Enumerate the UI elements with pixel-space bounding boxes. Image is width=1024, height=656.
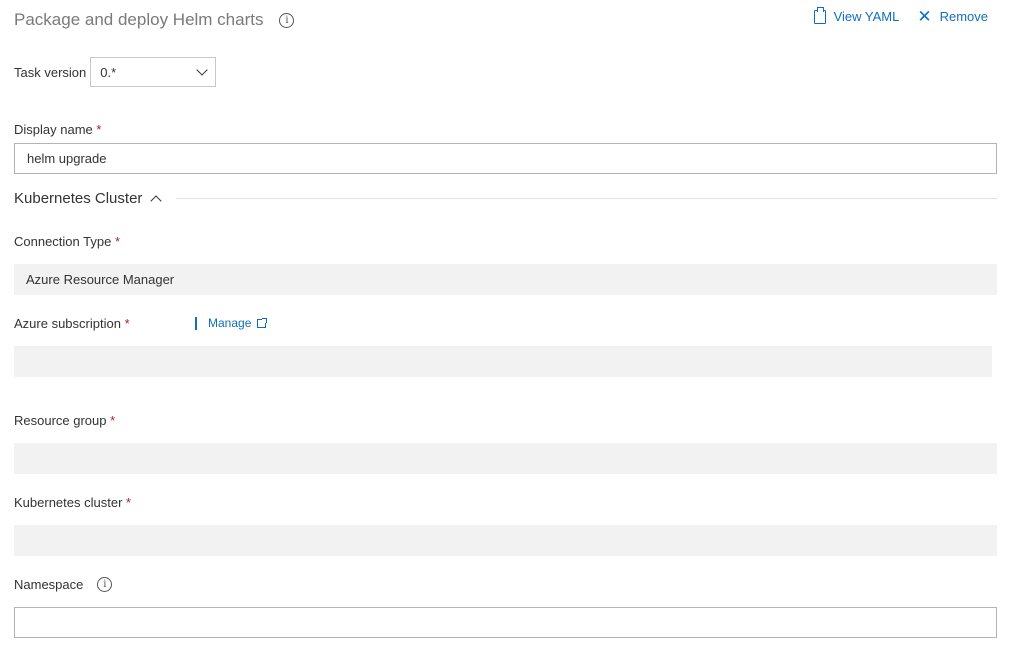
- namespace-label: Namespace: [14, 577, 84, 592]
- view-yaml-label: View YAML: [833, 9, 900, 24]
- task-title-text: Package and deploy Helm charts: [14, 10, 264, 29]
- display-name-input[interactable]: helm upgrade: [14, 143, 997, 174]
- task-version-row: Task version 0.*: [14, 57, 217, 87]
- clipboard-icon: [813, 6, 826, 24]
- task-title: Package and deploy Helm charts i: [14, 10, 295, 30]
- external-link-icon: [257, 317, 268, 328]
- task-version-dropdown[interactable]: 0.*: [90, 57, 217, 87]
- required-marker: *: [114, 234, 121, 249]
- close-icon: ✕: [917, 7, 932, 26]
- namespace-label-row: Namespace i: [14, 577, 113, 592]
- connection-type-label: Connection Type *: [14, 234, 121, 249]
- section-title: Kubernetes Cluster: [14, 190, 143, 207]
- info-icon[interactable]: i: [279, 12, 295, 28]
- separator-bar: [195, 316, 197, 330]
- top-actions: View YAML ✕ Remove: [813, 6, 988, 25]
- required-marker: *: [96, 122, 102, 137]
- azure-subscription-field[interactable]: [14, 346, 992, 377]
- connection-type-value: Azure Resource Manager: [26, 272, 175, 287]
- manage-link[interactable]: Manage: [195, 316, 268, 330]
- required-marker: *: [124, 316, 130, 331]
- display-name-value: helm upgrade: [27, 151, 107, 166]
- namespace-input[interactable]: [14, 607, 997, 638]
- resource-group-label: Resource group *: [14, 413, 116, 428]
- task-version-value: 0.*: [100, 64, 117, 80]
- resource-group-field[interactable]: [14, 443, 997, 474]
- manage-label: Manage: [208, 316, 252, 330]
- kubernetes-cluster-label: Kubernetes cluster *: [14, 495, 132, 510]
- kubernetes-cluster-section-header[interactable]: Kubernetes Cluster: [14, 190, 997, 207]
- required-marker: *: [126, 495, 132, 510]
- remove-button[interactable]: ✕ Remove: [917, 8, 988, 25]
- remove-label: Remove: [939, 9, 988, 24]
- chevron-down-icon: [196, 64, 208, 76]
- kubernetes-cluster-field[interactable]: [14, 525, 997, 556]
- section-divider: [176, 198, 997, 199]
- azure-subscription-label: Azure subscription *: [14, 316, 130, 331]
- connection-type-field[interactable]: Azure Resource Manager: [14, 264, 997, 295]
- info-icon[interactable]: i: [97, 577, 113, 592]
- display-name-label: Display name *: [14, 122, 102, 137]
- required-marker: *: [110, 413, 116, 428]
- task-version-label: Task version: [14, 64, 87, 80]
- chevron-up-icon: [150, 194, 163, 207]
- view-yaml-button[interactable]: View YAML: [813, 6, 900, 24]
